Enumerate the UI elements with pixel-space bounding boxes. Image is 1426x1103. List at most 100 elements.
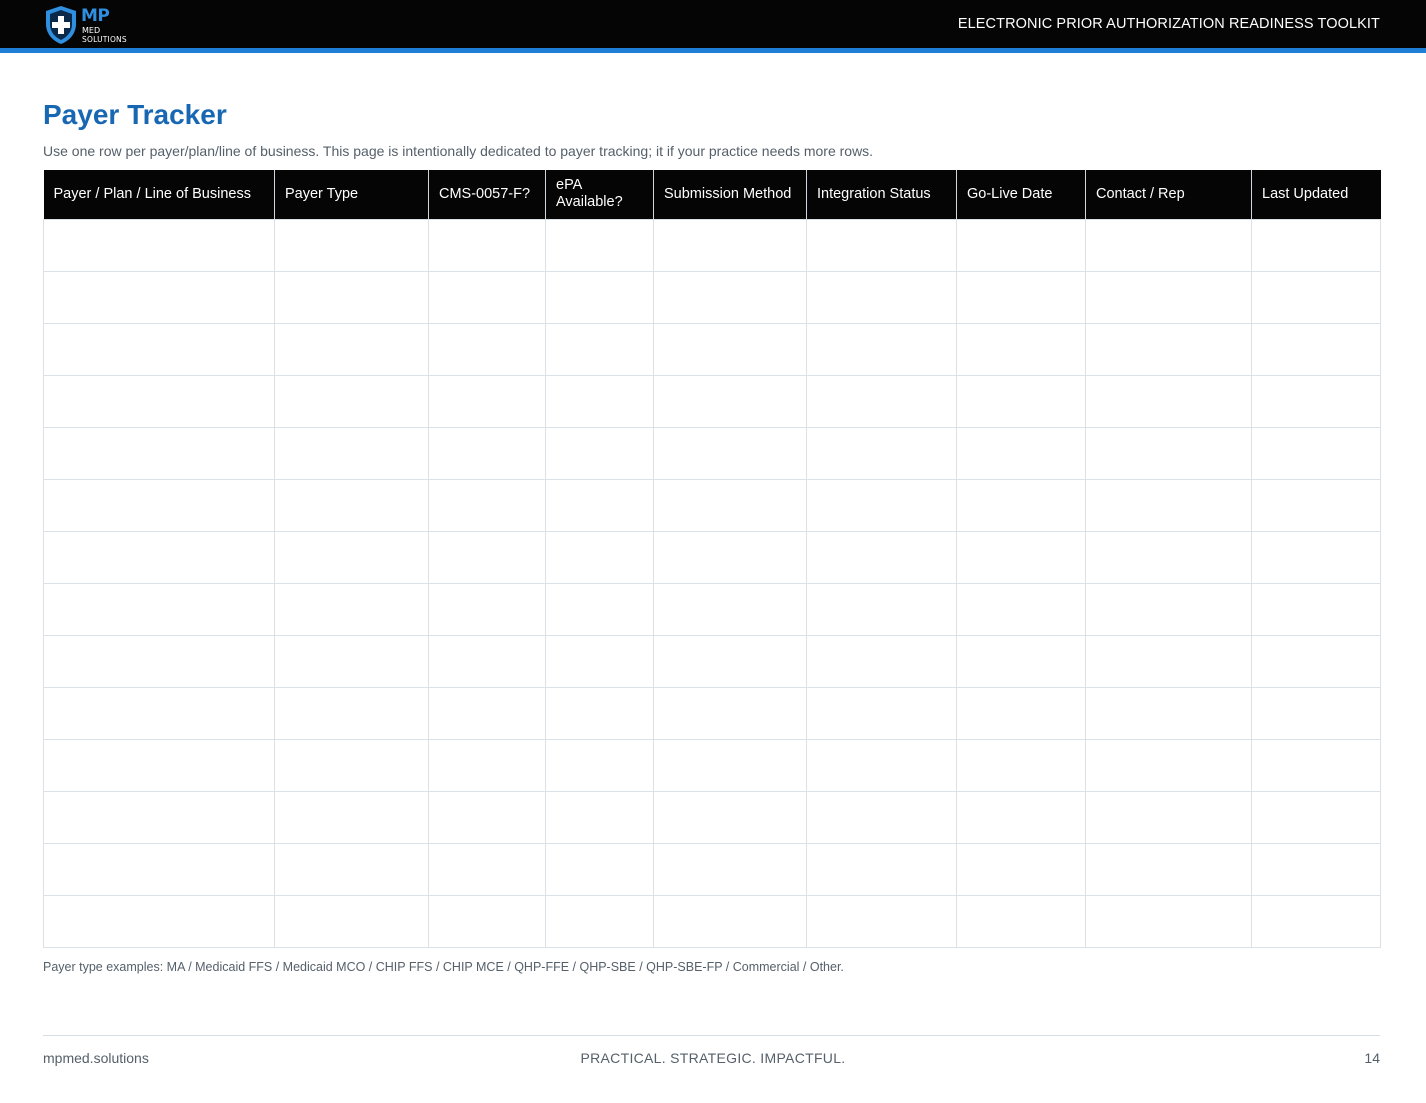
table-cell[interactable] xyxy=(428,894,546,948)
table-cell[interactable] xyxy=(806,426,957,480)
table-cell[interactable] xyxy=(956,322,1086,376)
table-cell[interactable] xyxy=(956,270,1086,324)
table-cell[interactable] xyxy=(545,738,654,792)
table-cell[interactable] xyxy=(274,374,429,428)
table-cell[interactable] xyxy=(1085,270,1252,324)
table-cell[interactable] xyxy=(43,738,275,792)
table-cell[interactable] xyxy=(545,270,654,324)
table-cell[interactable] xyxy=(1085,478,1252,532)
table-cell[interactable] xyxy=(545,842,654,896)
table-cell[interactable] xyxy=(43,634,275,688)
table-cell[interactable] xyxy=(806,894,957,948)
table-cell[interactable] xyxy=(1251,790,1381,844)
table-cell[interactable] xyxy=(428,686,546,740)
table-cell[interactable] xyxy=(1085,374,1252,428)
table-cell[interactable] xyxy=(428,634,546,688)
table-cell[interactable] xyxy=(428,530,546,584)
table-cell[interactable] xyxy=(653,322,807,376)
table-cell[interactable] xyxy=(806,686,957,740)
table-cell[interactable] xyxy=(1085,634,1252,688)
table-cell[interactable] xyxy=(43,478,275,532)
table-cell[interactable] xyxy=(956,686,1086,740)
table-cell[interactable] xyxy=(428,738,546,792)
table-cell[interactable] xyxy=(1251,374,1381,428)
table-cell[interactable] xyxy=(956,790,1086,844)
table-cell[interactable] xyxy=(1085,686,1252,740)
table-cell[interactable] xyxy=(274,218,429,272)
table-cell[interactable] xyxy=(1085,790,1252,844)
table-cell[interactable] xyxy=(806,738,957,792)
table-cell[interactable] xyxy=(806,634,957,688)
table-cell[interactable] xyxy=(956,218,1086,272)
table-cell[interactable] xyxy=(653,738,807,792)
table-cell[interactable] xyxy=(653,374,807,428)
table-cell[interactable] xyxy=(428,270,546,324)
table-cell[interactable] xyxy=(653,894,807,948)
table-cell[interactable] xyxy=(956,426,1086,480)
table-cell[interactable] xyxy=(545,218,654,272)
table-cell[interactable] xyxy=(274,790,429,844)
table-cell[interactable] xyxy=(428,842,546,896)
table-cell[interactable] xyxy=(806,374,957,428)
table-cell[interactable] xyxy=(653,686,807,740)
table-cell[interactable] xyxy=(43,686,275,740)
table-cell[interactable] xyxy=(274,686,429,740)
table-cell[interactable] xyxy=(653,634,807,688)
table-cell[interactable] xyxy=(653,530,807,584)
table-cell[interactable] xyxy=(956,894,1086,948)
table-cell[interactable] xyxy=(1085,842,1252,896)
table-cell[interactable] xyxy=(806,270,957,324)
table-cell[interactable] xyxy=(545,686,654,740)
table-cell[interactable] xyxy=(806,218,957,272)
table-cell[interactable] xyxy=(545,634,654,688)
table-cell[interactable] xyxy=(43,322,275,376)
table-cell[interactable] xyxy=(545,894,654,948)
table-cell[interactable] xyxy=(1251,426,1381,480)
table-cell[interactable] xyxy=(274,842,429,896)
table-cell[interactable] xyxy=(274,634,429,688)
table-cell[interactable] xyxy=(1251,842,1381,896)
table-cell[interactable] xyxy=(956,738,1086,792)
table-cell[interactable] xyxy=(956,530,1086,584)
table-cell[interactable] xyxy=(1251,582,1381,636)
table-cell[interactable] xyxy=(43,374,275,428)
table-cell[interactable] xyxy=(806,842,957,896)
table-cell[interactable] xyxy=(274,426,429,480)
table-cell[interactable] xyxy=(1085,738,1252,792)
table-cell[interactable] xyxy=(43,842,275,896)
table-cell[interactable] xyxy=(806,322,957,376)
table-cell[interactable] xyxy=(653,478,807,532)
table-cell[interactable] xyxy=(428,426,546,480)
table-cell[interactable] xyxy=(1251,686,1381,740)
table-cell[interactable] xyxy=(1251,530,1381,584)
table-cell[interactable] xyxy=(1251,478,1381,532)
table-cell[interactable] xyxy=(545,426,654,480)
table-cell[interactable] xyxy=(1251,270,1381,324)
table-cell[interactable] xyxy=(545,790,654,844)
table-cell[interactable] xyxy=(274,738,429,792)
table-cell[interactable] xyxy=(274,530,429,584)
table-cell[interactable] xyxy=(1085,582,1252,636)
table-cell[interactable] xyxy=(956,582,1086,636)
table-cell[interactable] xyxy=(545,478,654,532)
table-cell[interactable] xyxy=(428,374,546,428)
table-cell[interactable] xyxy=(653,426,807,480)
table-cell[interactable] xyxy=(1251,738,1381,792)
table-cell[interactable] xyxy=(653,582,807,636)
table-cell[interactable] xyxy=(1251,634,1381,688)
table-cell[interactable] xyxy=(806,530,957,584)
table-cell[interactable] xyxy=(43,270,275,324)
table-cell[interactable] xyxy=(653,218,807,272)
table-cell[interactable] xyxy=(1085,322,1252,376)
table-cell[interactable] xyxy=(43,790,275,844)
table-cell[interactable] xyxy=(653,790,807,844)
table-cell[interactable] xyxy=(545,530,654,584)
table-cell[interactable] xyxy=(653,270,807,324)
table-cell[interactable] xyxy=(274,582,429,636)
table-cell[interactable] xyxy=(428,790,546,844)
table-cell[interactable] xyxy=(1085,218,1252,272)
table-cell[interactable] xyxy=(1085,530,1252,584)
table-cell[interactable] xyxy=(1251,894,1381,948)
table-cell[interactable] xyxy=(274,322,429,376)
table-cell[interactable] xyxy=(545,374,654,428)
